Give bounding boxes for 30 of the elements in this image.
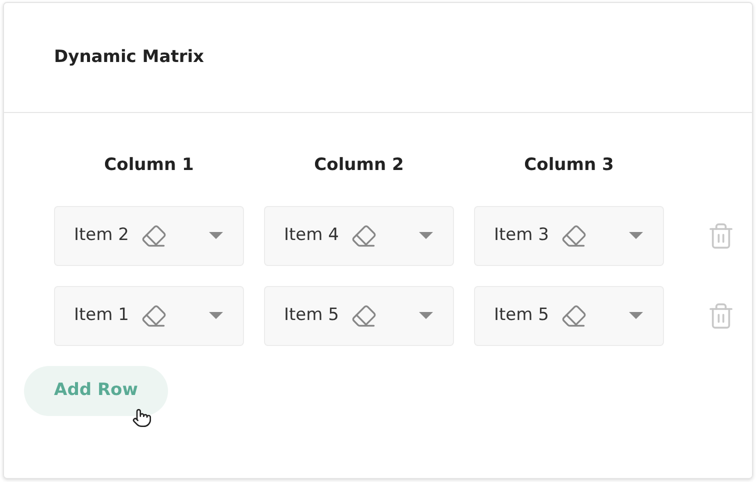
caret-icon[interactable] <box>629 232 643 240</box>
column-header: Column 1 <box>104 154 194 177</box>
eraser-icon[interactable] <box>560 302 587 328</box>
select-field[interactable]: Item 3 <box>474 206 664 266</box>
select-value: Item 5 <box>284 304 339 327</box>
select-field[interactable]: Item 5 <box>474 286 664 346</box>
select-value: Item 2 <box>74 224 129 247</box>
column-header: Column 3 <box>524 154 614 177</box>
caret-icon[interactable] <box>419 232 433 240</box>
select-field[interactable]: Item 4 <box>264 206 454 266</box>
caret-icon[interactable] <box>419 312 433 320</box>
select-value: Item 3 <box>494 224 549 247</box>
trash-icon[interactable] <box>707 300 735 330</box>
eraser-icon[interactable] <box>350 302 377 328</box>
card-title: Dynamic Matrix <box>54 46 204 69</box>
select-value: Item 4 <box>284 224 339 247</box>
caret-icon[interactable] <box>209 232 223 240</box>
select-field[interactable]: Item 1 <box>54 286 244 346</box>
eraser-icon[interactable] <box>350 222 377 248</box>
eraser-icon[interactable] <box>560 222 587 248</box>
select-value: Item 1 <box>74 304 129 327</box>
caret-icon[interactable] <box>209 312 223 320</box>
eraser-icon[interactable] <box>140 302 167 328</box>
caret-icon[interactable] <box>629 312 643 320</box>
select-value: Item 5 <box>494 304 549 327</box>
select-field[interactable]: Item 2 <box>54 206 244 266</box>
eraser-icon[interactable] <box>140 222 167 248</box>
select-field[interactable]: Item 5 <box>264 286 454 346</box>
column-header: Column 2 <box>314 154 404 177</box>
trash-icon[interactable] <box>707 220 735 250</box>
